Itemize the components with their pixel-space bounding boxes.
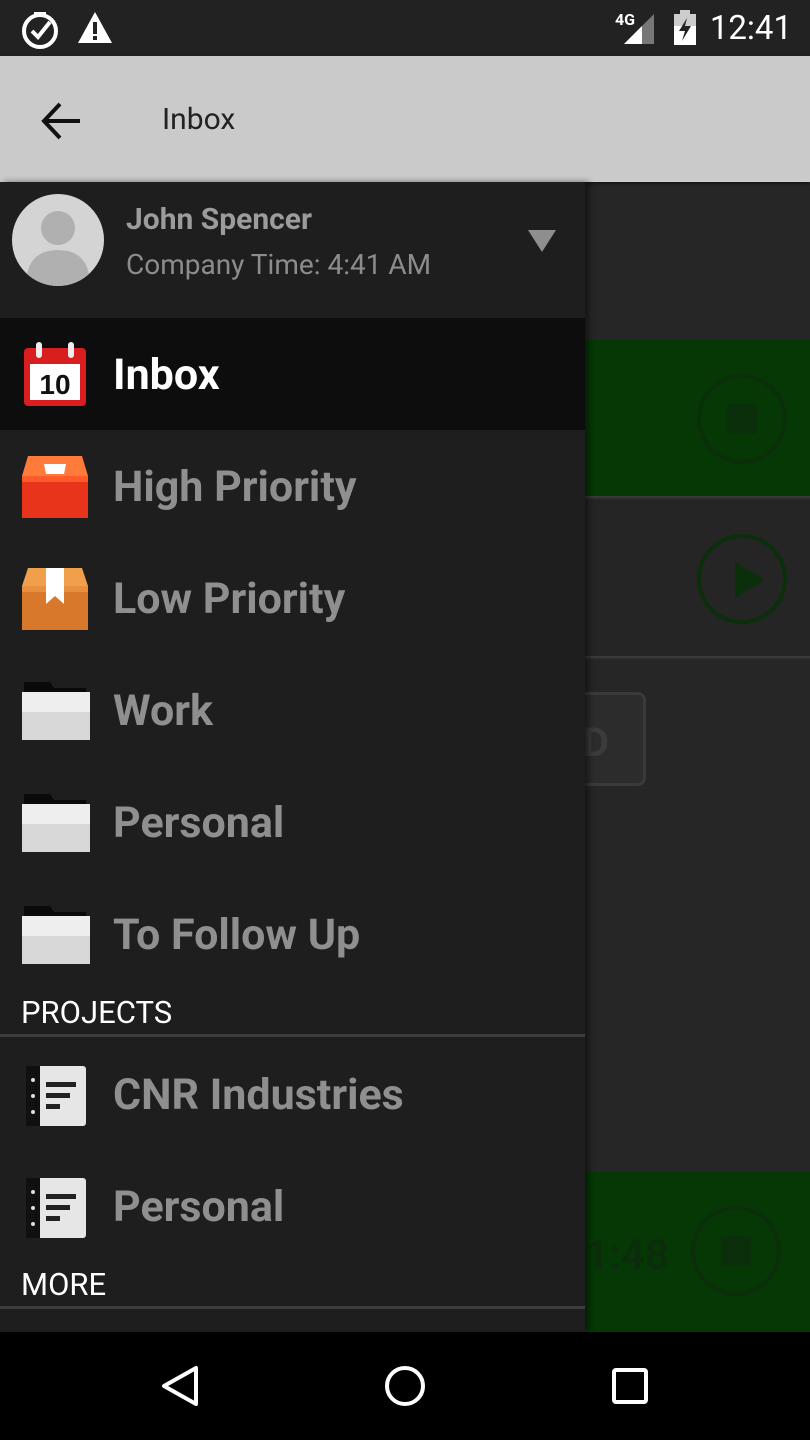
section-label: PROJECTS — [21, 994, 173, 1031]
section-header-more: MORE — [0, 1266, 585, 1309]
play-button[interactable] — [697, 534, 787, 624]
stop-icon — [727, 404, 757, 434]
notebook-icon — [26, 1066, 86, 1126]
nav-item-personal[interactable]: Personal — [0, 766, 585, 878]
back-triangle-icon[interactable] — [156, 1362, 204, 1410]
nav-item-label: Personal — [113, 798, 285, 848]
box-icon — [22, 568, 88, 630]
nav-item-high-priority[interactable]: High Priority — [0, 430, 585, 542]
folder-icon — [22, 682, 90, 740]
nav-item-label: To Follow Up — [113, 910, 361, 960]
project-item-personal[interactable]: Personal — [0, 1150, 585, 1262]
page-title: Inbox — [162, 102, 236, 137]
section-label: MORE — [21, 1266, 107, 1303]
red-tray-icon — [22, 456, 88, 518]
stop-button[interactable] — [691, 1206, 781, 1296]
battery-charging-icon — [674, 10, 696, 45]
status-time: 12:41 — [709, 9, 792, 48]
home-circle-icon[interactable] — [381, 1362, 429, 1410]
nav-item-label: Work — [113, 686, 213, 736]
arrow-back-icon[interactable] — [36, 96, 86, 146]
nav-item-inbox[interactable]: 10 Inbox — [0, 318, 585, 430]
calendar-day: 10 — [39, 369, 70, 400]
nav-item-label: Inbox — [113, 350, 220, 400]
bg-timer-text: 1:48 — [585, 1231, 670, 1280]
app-bar: Inbox — [0, 56, 810, 182]
nav-item-label: Low Priority — [113, 574, 346, 624]
play-icon — [735, 562, 765, 598]
bg-timer-row — [585, 500, 810, 658]
nav-item-low-priority[interactable]: Low Priority — [0, 542, 585, 654]
user-name: John Spencer — [126, 202, 312, 237]
system-nav-bar — [0, 1332, 810, 1440]
section-header-projects: PROJECTS — [0, 994, 585, 1037]
nav-item-work[interactable]: Work — [0, 654, 585, 766]
folder-icon — [22, 794, 90, 852]
nav-item-label: Personal — [113, 1182, 285, 1232]
bg-timer-row — [585, 340, 810, 498]
nav-item-to-follow-up[interactable]: To Follow Up — [0, 878, 585, 990]
profile-header[interactable]: John Spencer Company Time: 4:41 AM — [0, 182, 585, 318]
status-bar: 4G 12:41 — [0, 0, 810, 56]
folder-icon — [22, 906, 90, 964]
calendar-icon: 10 — [24, 342, 86, 406]
check-circle-icon — [22, 12, 58, 49]
recents-square-icon[interactable] — [606, 1362, 654, 1410]
warning-icon — [78, 12, 112, 43]
nav-item-label: CNR Industries — [113, 1070, 404, 1120]
nav-item-label: High Priority — [113, 462, 357, 512]
avatar — [12, 194, 104, 286]
person-icon — [26, 211, 90, 286]
bg-panel — [585, 182, 810, 340]
signal-icon — [624, 14, 654, 44]
stop-icon — [721, 1236, 751, 1266]
company-time: Company Time: 4:41 AM — [126, 248, 432, 281]
stop-button[interactable] — [697, 374, 787, 464]
notebook-icon — [26, 1178, 86, 1238]
project-item-cnr-industries[interactable]: CNR Industries — [0, 1038, 585, 1150]
navigation-drawer: John Spencer Company Time: 4:41 AM 10 In… — [0, 182, 585, 1332]
dropdown-arrow-icon[interactable] — [528, 230, 556, 252]
